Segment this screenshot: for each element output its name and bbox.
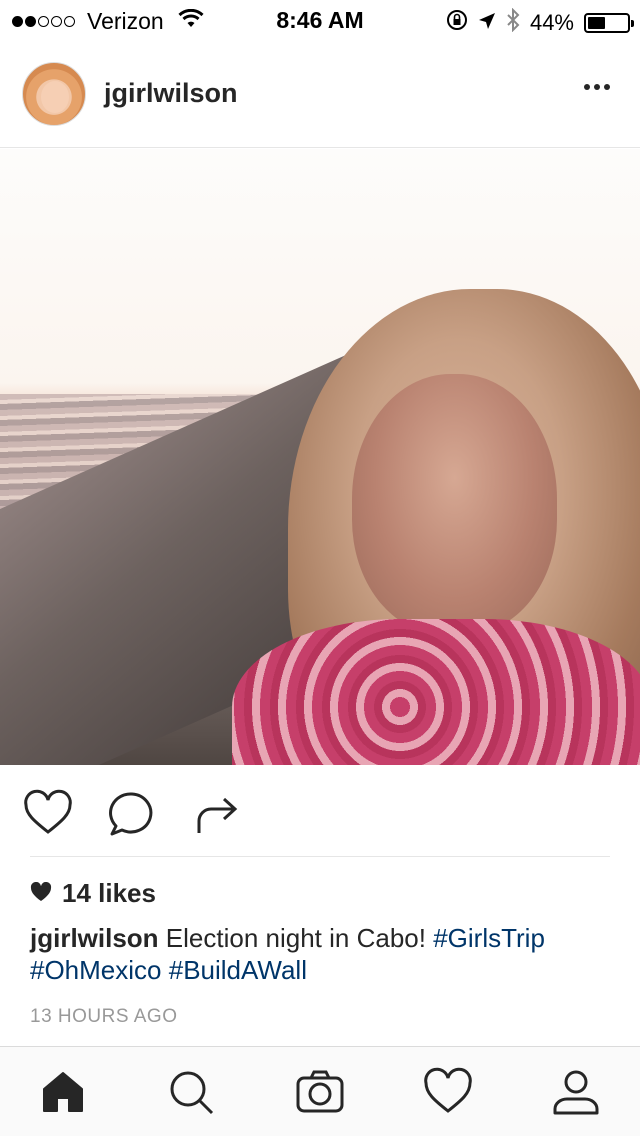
hashtag-girlstrip[interactable]: #GirlsTrip	[433, 923, 545, 953]
camera-icon[interactable]	[295, 1067, 345, 1117]
battery-percent: 44%	[529, 10, 574, 35]
search-icon[interactable]	[166, 1067, 216, 1117]
post-actions	[0, 766, 640, 856]
post-caption: jgirlwilson Election night in Cabo! #Gir…	[30, 922, 620, 986]
caption-username[interactable]: jgirlwilson	[30, 923, 159, 953]
likes-label: 14 likes	[62, 878, 156, 908]
status-bar: Verizon 8:46 AM 44%	[0, 0, 640, 40]
battery-level	[588, 17, 605, 29]
bluetooth-icon	[506, 7, 520, 38]
battery-icon	[584, 13, 634, 33]
heart-outline-icon[interactable]	[22, 788, 74, 840]
orientation-lock-icon	[446, 9, 468, 37]
home-icon[interactable]	[38, 1067, 88, 1117]
bottom-tab-bar	[0, 1046, 640, 1136]
profile-icon[interactable]	[551, 1067, 601, 1117]
post-timestamp: 13 HOURS AGO	[30, 1006, 178, 1027]
photo-person-top	[232, 619, 640, 765]
caption-text: Election night in Cabo!	[158, 923, 434, 953]
photo-person-face	[352, 374, 557, 634]
comment-bubble-icon[interactable]	[106, 788, 158, 840]
filled-heart-icon	[30, 878, 52, 909]
hashtag-buildawall[interactable]: #BuildAWall	[169, 955, 307, 985]
activity-heart-icon[interactable]	[423, 1067, 473, 1117]
share-arrow-icon[interactable]	[192, 788, 244, 840]
post-username[interactable]: jgirlwilson	[104, 78, 238, 109]
hashtag-ohmexico[interactable]: #OhMexico	[30, 955, 162, 985]
status-right: 44%	[446, 7, 634, 38]
divider	[30, 856, 610, 857]
likes-count[interactable]: 14 likes	[30, 878, 156, 909]
avatar[interactable]	[22, 62, 86, 126]
post-header: jgirlwilson	[0, 40, 640, 148]
location-arrow-icon	[478, 10, 496, 36]
more-options-icon[interactable]	[584, 84, 610, 90]
post-photo[interactable]	[0, 149, 640, 765]
